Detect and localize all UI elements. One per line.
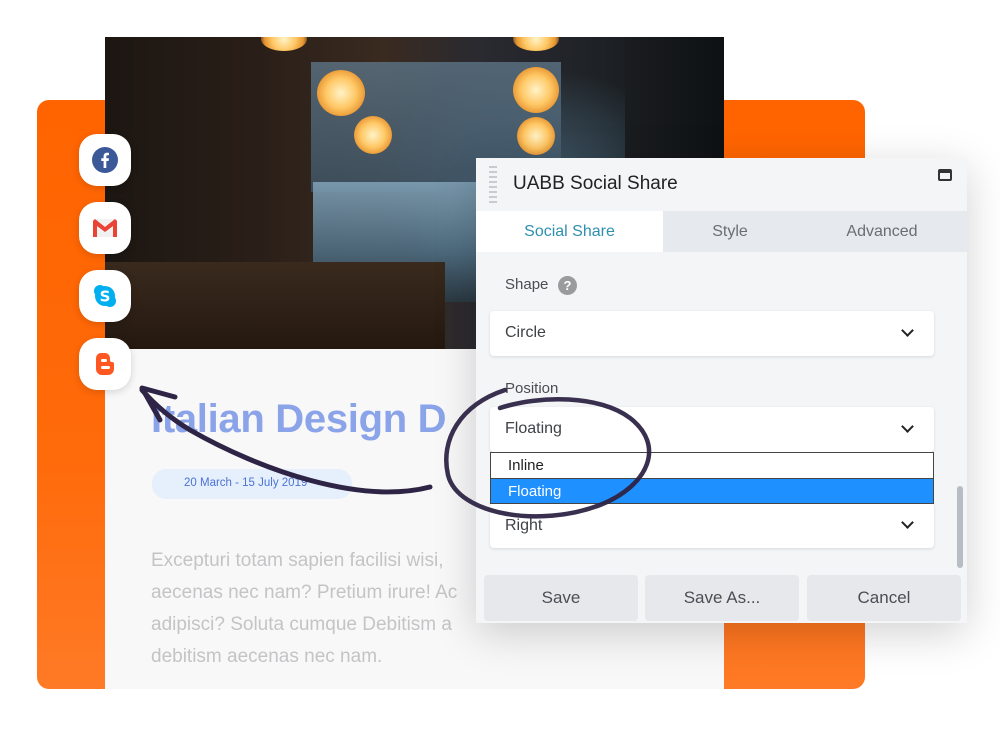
save-button[interactable]: Save [484,575,638,621]
floating-social-share-bar: S [79,134,131,406]
shape-select-value: Circle [505,324,546,341]
settings-panel: UABB Social Share Social Share Style Adv… [476,158,967,623]
chevron-down-icon [901,420,914,433]
lamp [317,70,365,116]
position-dropdown-list: Inline Floating [490,452,934,504]
panel-header: UABB Social Share [476,158,967,211]
share-blogger-button[interactable] [79,338,131,390]
facebook-icon [92,147,118,173]
share-skype-button[interactable]: S [79,270,131,322]
panel-scrollbar[interactable] [957,486,963,568]
panel-tabs: Social Share Style Advanced [476,211,967,252]
lamp [261,37,307,51]
panel-title: UABB Social Share [513,173,678,194]
save-as-button[interactable]: Save As... [645,575,799,621]
shape-select[interactable]: Circle [490,311,934,356]
lamp [513,67,559,113]
gmail-icon [93,219,117,237]
dropdown-option-floating[interactable]: Floating [491,478,933,503]
hero-counter [105,262,445,349]
help-icon[interactable]: ? [558,276,577,295]
tab-advanced[interactable]: Advanced [797,211,967,252]
lamp [354,116,392,154]
drag-handle-icon[interactable] [489,166,499,204]
svg-text:S: S [100,288,111,306]
position-select[interactable]: Floating [490,407,934,452]
skype-icon: S [94,285,116,307]
share-gmail-button[interactable] [79,202,131,254]
maximize-icon[interactable] [938,169,952,181]
position-label: Position [505,380,559,397]
tab-social-share[interactable]: Social Share [476,211,663,252]
lamp [513,37,559,51]
share-facebook-button[interactable] [79,134,131,186]
chevron-down-icon [901,516,914,529]
body-line: debitism aecenas nec nam. [151,646,383,667]
date-badge: 20 March - 15 July 2019 [152,469,352,499]
shape-label: Shape [505,276,549,293]
lamp [517,117,555,155]
dropdown-option-inline[interactable]: Inline [491,453,933,478]
alignment-select[interactable]: Right [490,503,934,548]
chevron-down-icon [901,324,914,337]
alignment-select-value: Right [505,517,543,534]
article-title: Italian Design D [151,397,447,441]
blogger-icon [96,353,114,375]
position-select-value: Floating [505,420,562,437]
tab-style[interactable]: Style [663,211,797,252]
date-range: 20 March - 15 July 2019 [184,477,308,489]
cancel-button[interactable]: Cancel [807,575,961,621]
